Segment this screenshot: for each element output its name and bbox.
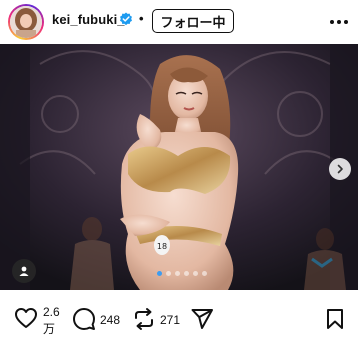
next-slide-button[interactable] — [329, 158, 351, 180]
following-button[interactable]: フォロー中 — [152, 9, 234, 33]
action-bar: 2.6 万 248 271 — [0, 290, 358, 336]
avatar-image — [10, 6, 42, 38]
like-count-unit: 万 — [43, 322, 56, 336]
more-options-icon[interactable] — [328, 12, 350, 32]
user-tag-icon[interactable] — [12, 259, 36, 283]
pager-dot — [202, 271, 207, 276]
carousel-pager — [157, 271, 207, 277]
svg-text:18: 18 — [157, 242, 167, 251]
bookmark-icon[interactable] — [325, 307, 345, 331]
comment-bubble-icon[interactable] — [72, 307, 96, 331]
pager-dot — [175, 271, 180, 276]
like-count: 2.6 — [43, 305, 60, 319]
pager-dot — [193, 271, 198, 276]
post-photo[interactable]: 18 — [0, 44, 358, 290]
comment-count: 248 — [100, 313, 121, 327]
repost-count: 271 — [160, 313, 181, 327]
avatar[interactable] — [8, 4, 44, 40]
pager-dot — [166, 271, 171, 276]
pager-dot — [157, 271, 162, 276]
heart-icon[interactable] — [14, 307, 38, 329]
photo-scene: 18 — [0, 44, 358, 290]
chevron-right-icon — [337, 164, 343, 174]
username[interactable]: kei_fubuki_ — [52, 12, 125, 27]
pager-dot — [184, 271, 189, 276]
verified-badge-icon — [120, 12, 132, 26]
post-header: kei_fubuki_ • フォロー中 — [0, 0, 358, 44]
send-paper-plane-icon[interactable] — [190, 307, 214, 331]
separator-dot: • — [139, 11, 144, 26]
repost-icon[interactable] — [132, 307, 156, 331]
